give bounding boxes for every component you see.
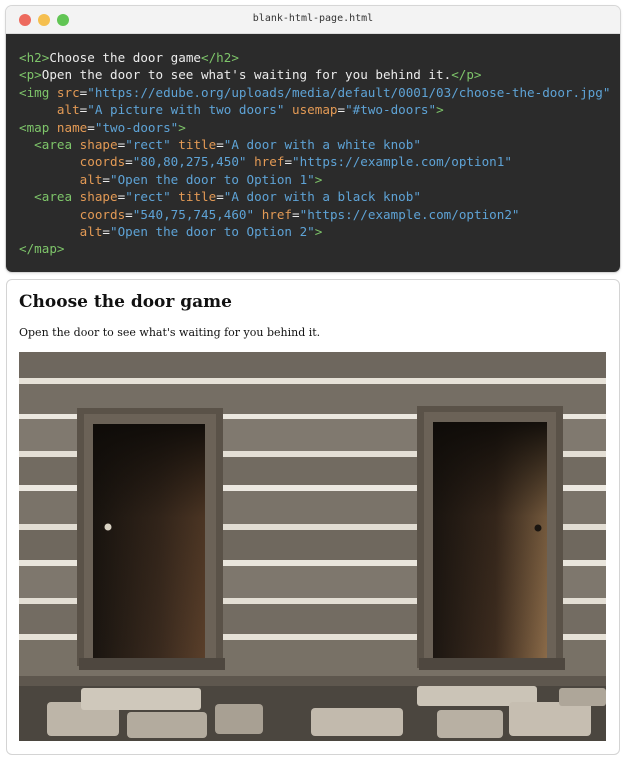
code-token: "two-doors" (94, 119, 179, 135)
code-token: = (216, 137, 224, 153)
code-token: = (284, 154, 293, 170)
code-token: > (314, 171, 323, 187)
code-token: "rect" (125, 137, 171, 153)
code-line: <img src="https://edube.org/uploads/medi… (19, 84, 620, 101)
code-token: shape (79, 189, 118, 205)
code-token: coords (79, 154, 126, 170)
code-token: </h2> (201, 50, 239, 65)
code-token: <h2> (19, 50, 50, 65)
code-token: <area (34, 189, 80, 205)
door-option-2-area[interactable] (414, 400, 544, 645)
code-token: "#two-doors" (345, 102, 437, 118)
code-line: alt="Open the door to Option 1"> (19, 171, 620, 188)
code-token: "540,75,745,460" (132, 206, 255, 222)
code-token: <area (34, 137, 80, 153)
code-token: <p> (19, 67, 42, 83)
code-token: </map> (19, 241, 65, 257)
code-token: alt (79, 224, 103, 240)
code-token: src (56, 84, 80, 100)
code-token: "A door with a white knob" (223, 137, 421, 153)
foundation-stones (19, 686, 606, 741)
code-token: > (436, 102, 444, 118)
code-token: href (254, 154, 285, 170)
code-token: title (178, 189, 217, 205)
code-token: <img (19, 84, 57, 100)
code-token: <map (19, 119, 57, 135)
code-token: = (125, 154, 133, 170)
code-token: = (292, 206, 300, 222)
doors-image (19, 352, 606, 741)
code-token: > (314, 224, 323, 240)
code-token: "https://example.com/option2" (299, 206, 520, 222)
code-token: shape (79, 137, 118, 153)
code-token: = (337, 102, 346, 118)
page-heading: Choose the door game (19, 292, 232, 312)
code-token: alt (56, 102, 80, 118)
code-line: </map> (19, 240, 620, 257)
code-token: title (178, 137, 217, 153)
code-token: "80,80,275,450" (132, 154, 247, 170)
code-token: usemap (292, 102, 338, 118)
door-option-1-area[interactable] (69, 402, 194, 638)
code-line: alt="A picture with two doors" usemap="#… (19, 101, 620, 118)
code-token: "https://edube.org/uploads/media/default… (87, 84, 611, 100)
code-line: <p>Open the door to see what's waiting f… (19, 66, 620, 83)
window-title: blank-html-page.html (252, 13, 374, 24)
code-line: <h2>Choose the door game</h2> (19, 49, 620, 66)
preview-panel: Choose the door game Open the door to se… (6, 279, 620, 755)
code-line: <area shape="rect" title="A door with a … (19, 188, 620, 205)
code-token: = (87, 119, 95, 135)
code-token: "Open the door to Option 2" (110, 224, 315, 240)
code-line: coords="80,80,275,450" href="https://exa… (19, 153, 620, 170)
code-token: = (102, 171, 111, 187)
code-token: "https://example.com/option1" (292, 154, 512, 170)
code-token: Open the door to see what's waiting for … (41, 67, 452, 83)
code-line: coords="540,75,745,460" href="https://ex… (19, 206, 620, 223)
page-paragraph: Open the door to see what's waiting for … (19, 326, 321, 339)
code-token: "A picture with two doors" (87, 102, 285, 118)
code-line: alt="Open the door to Option 2"> (19, 223, 620, 240)
code-token: name (56, 119, 88, 135)
code-token: > (178, 119, 186, 135)
code-token: coords (79, 206, 126, 222)
code-token: "A door with a black knob" (223, 189, 421, 205)
code-token: = (125, 206, 133, 222)
code-window: blank-html-page.html <h2>Choose the door… (6, 6, 620, 272)
code-token: href (261, 206, 293, 222)
window-titlebar: blank-html-page.html (6, 6, 620, 34)
code-token: alt (79, 171, 103, 187)
code-line: <area shape="rect" title="A door with a … (19, 136, 620, 153)
code-token: = (102, 224, 111, 240)
code-token: </p> (451, 67, 482, 83)
code-token: = (216, 189, 224, 205)
code-token: "rect" (125, 189, 171, 205)
code-line: <map name="two-doors"> (19, 119, 620, 136)
code-token: "Open the door to Option 1" (110, 171, 315, 187)
code-editor[interactable]: <h2>Choose the door game</h2> <p>Open the… (6, 34, 620, 272)
code-token: Choose the door game (49, 50, 201, 65)
